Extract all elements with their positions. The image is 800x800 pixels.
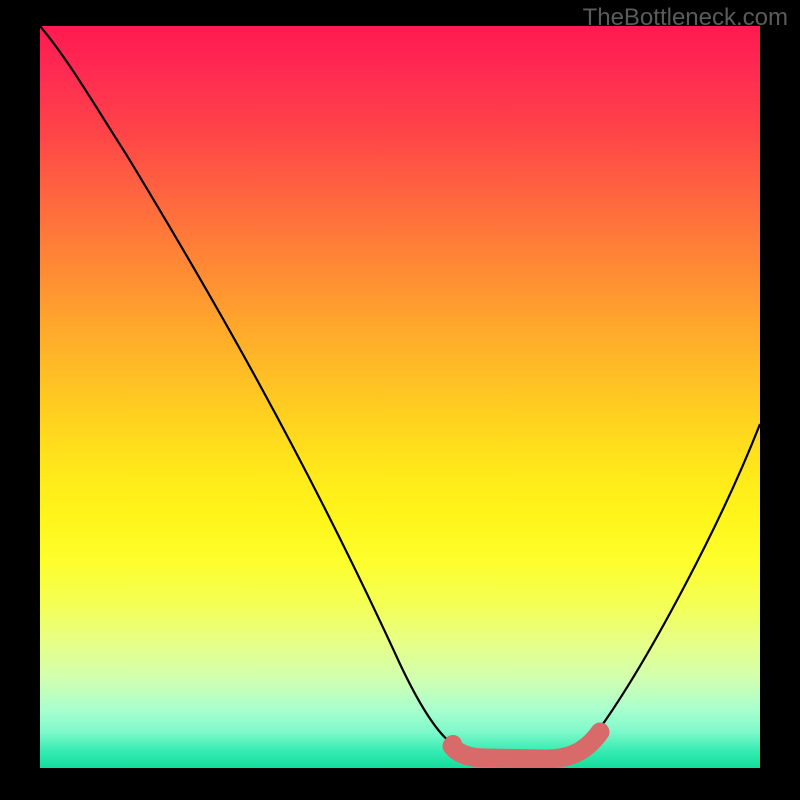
plot-area <box>40 26 760 768</box>
watermark-text: TheBottleneck.com <box>583 4 788 32</box>
highlight-dot-left <box>444 735 462 753</box>
curve-svg <box>40 26 760 768</box>
bottleneck-curve <box>40 26 760 758</box>
valley-highlight <box>452 732 600 759</box>
